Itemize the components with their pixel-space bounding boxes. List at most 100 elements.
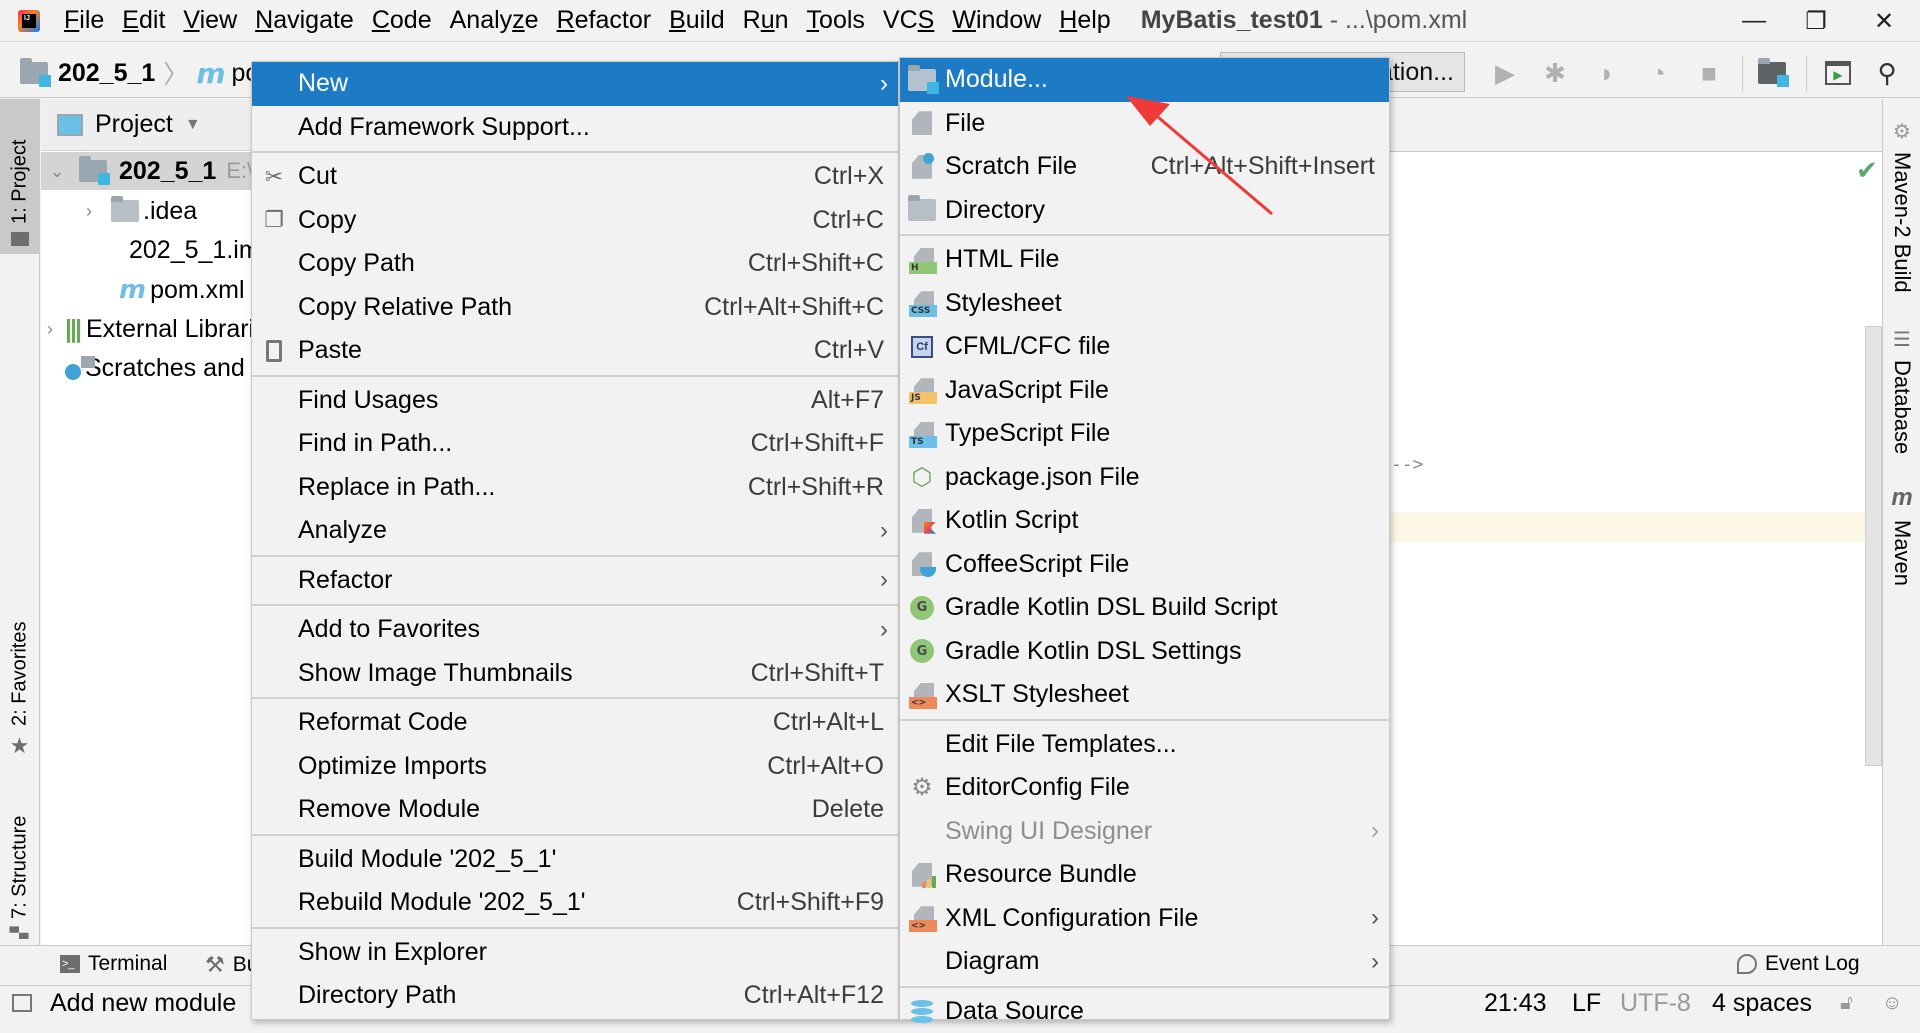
menu-file[interactable]: File — [64, 6, 104, 35]
chevron-right-icon[interactable]: › — [79, 201, 99, 222]
new-stylesheet[interactable]: CSSStylesheet — [900, 282, 1389, 326]
new-xml-configuration-file[interactable]: <>XML Configuration File› — [900, 897, 1389, 941]
menu-tools[interactable]: Tools — [807, 6, 865, 35]
menu-item-paste[interactable]: PasteCtrl+V — [252, 329, 898, 373]
breadcrumb-project[interactable]: 202_5_1 — [58, 59, 155, 88]
indent-setting[interactable]: 4 spaces — [1712, 989, 1812, 1018]
css-file-icon: CSS — [908, 289, 936, 317]
menu-item-find-in-path[interactable]: Find in Path...Ctrl+Shift+F — [252, 422, 898, 466]
project-structure-icon[interactable] — [1757, 58, 1787, 88]
editor-scrollbar[interactable] — [1865, 326, 1882, 766]
menu-item-new[interactable]: New› — [252, 62, 898, 106]
tree-item-module[interactable]: ⌄ 202_5_1 E:\ — [41, 152, 256, 190]
new-resource-bundle[interactable]: Resource Bundle — [900, 853, 1389, 897]
inspector-icon[interactable]: ☺ — [1882, 992, 1902, 1015]
menu-refactor[interactable]: Refactor — [557, 6, 652, 35]
new-typescript-file[interactable]: TSTypeScript File — [900, 412, 1389, 456]
menu-view[interactable]: View — [183, 6, 237, 35]
new-module[interactable]: Module... — [900, 58, 1389, 102]
menu-window[interactable]: Window — [952, 6, 1041, 35]
new-editorconfig-file[interactable]: ⚙EditorConfig File — [900, 766, 1389, 810]
tree-item-idea[interactable]: › .idea — [41, 192, 256, 230]
debug-icon[interactable]: ✱ — [1540, 58, 1570, 88]
file-encoding[interactable]: UTF-8 — [1620, 989, 1691, 1018]
menu-item-optimize-imports[interactable]: Optimize ImportsCtrl+Alt+O — [252, 745, 898, 789]
menu-item-directory-path[interactable]: Directory Path Ctrl+Alt+F12 — [252, 974, 898, 1018]
search-everywhere-icon[interactable]: ⚲ — [1872, 58, 1902, 88]
tab-maven[interactable]: m Maven — [1883, 484, 1920, 594]
menu-navigate[interactable]: Navigate — [255, 6, 354, 35]
new-cfml-cfc-file[interactable]: CfCFML/CFC file — [900, 325, 1389, 369]
menu-item-add-framework-support[interactable]: Add Framework Support... — [252, 106, 898, 150]
menu-item-copy-relative-path[interactable]: Copy Relative PathCtrl+Alt+Shift+C — [252, 286, 898, 330]
tab-structure[interactable]: ▞ 7: Structure — [0, 779, 40, 939]
menu-item-copy[interactable]: ❐CopyCtrl+C — [252, 199, 898, 243]
new-html-file[interactable]: HHTML File — [900, 238, 1389, 282]
profile-icon[interactable]: ◔ — [1643, 58, 1673, 88]
menu-item-label: Resource Bundle — [945, 860, 1137, 889]
main-menu: File Edit View Navigate Code Analyze Refactor B… — [64, 6, 1129, 35]
tab-maven2-build[interactable]: ⚙ Maven-2 Build — [1883, 119, 1920, 294]
tab-database[interactable]: ☰ Database — [1883, 327, 1920, 457]
new-diagram[interactable]: Diagram› — [900, 940, 1389, 984]
new-scratch-file[interactable]: Scratch FileCtrl+Alt+Shift+Insert — [900, 145, 1389, 189]
line-separator[interactable]: LF — [1572, 989, 1601, 1018]
new-file[interactable]: File — [900, 102, 1389, 146]
menu-item-refactor[interactable]: Refactor› — [252, 559, 898, 603]
menu-item-label: Directory Path — [298, 981, 456, 1010]
close-button[interactable]: ✕ — [1856, 0, 1912, 42]
lock-icon[interactable]: 🔓︎ — [1840, 992, 1853, 1015]
new-gradle-kotlin-dsl-settings[interactable]: GGradle Kotlin DSL Settings — [900, 630, 1389, 674]
new-coffeescript-file[interactable]: CoffeeScript File — [900, 543, 1389, 587]
tool-windows-toggle-icon[interactable] — [12, 994, 32, 1012]
menu-item-copy-path[interactable]: Copy PathCtrl+Shift+C — [252, 242, 898, 286]
menu-item-add-to-favorites[interactable]: Add to Favorites› — [252, 608, 898, 652]
menu-build[interactable]: Build — [669, 6, 725, 35]
menu-edit[interactable]: Edit — [122, 6, 165, 35]
coverage-icon[interactable]: ◗ — [1592, 58, 1622, 88]
tab-terminal[interactable]: >_ Terminal — [60, 952, 167, 976]
new-javascript-file[interactable]: JSJavaScript File — [900, 369, 1389, 413]
project-view-selector[interactable]: Project ▼ — [41, 99, 255, 151]
run-icon[interactable]: ▶ — [1490, 58, 1520, 88]
menu-item-show-in-explorer[interactable]: Show in Explorer — [252, 931, 898, 975]
new-gradle-kotlin-dsl-build-script[interactable]: GGradle Kotlin DSL Build Script — [900, 586, 1389, 630]
menu-item-cut[interactable]: ✂CutCtrl+X — [252, 155, 898, 199]
tab-project[interactable]: 1: Project — [0, 99, 40, 254]
new-data-source[interactable]: Data Source — [900, 990, 1389, 1033]
menu-code[interactable]: Code — [372, 6, 432, 35]
caret-position[interactable]: 21:43 — [1484, 989, 1547, 1018]
restore-button[interactable]: ❐ — [1788, 0, 1844, 42]
menu-analyze[interactable]: Analyze — [450, 6, 539, 35]
chevron-down-icon[interactable]: ⌄ — [47, 161, 67, 182]
tree-item-pom[interactable]: m pom.xml — [41, 271, 256, 309]
tree-item-external-libraries[interactable]: › ||| External Libraries — [41, 310, 256, 348]
menu-item-build-module-202-5-1[interactable]: Build Module '202_5_1' — [252, 838, 898, 882]
stop-icon[interactable]: ■ — [1694, 58, 1724, 88]
tree-item-iml[interactable]: 202_5_1.iml — [41, 231, 256, 269]
tree-item-scratches[interactable]: Scratches and Consoles — [41, 349, 256, 387]
new-edit-file-templates[interactable]: Edit File Templates... — [900, 723, 1389, 767]
menu-item-replace-in-path[interactable]: Replace in Path...Ctrl+Shift+R — [252, 466, 898, 510]
new-kotlin-script[interactable]: Kotlin Script — [900, 499, 1389, 543]
tab-terminal-label: Terminal — [88, 952, 167, 976]
menu-item-analyze[interactable]: Analyze› — [252, 509, 898, 553]
menu-run[interactable]: Run — [743, 6, 789, 35]
tab-event-log[interactable]: Event Log — [1737, 952, 1860, 976]
new-package-json-file[interactable]: ⬡package.json File — [900, 456, 1389, 500]
menu-item-rebuild-module-202-5-1[interactable]: Rebuild Module '202_5_1'Ctrl+Shift+F9 — [252, 881, 898, 925]
chevron-right-icon[interactable]: › — [47, 319, 53, 340]
menu-item-label: Data Source — [945, 997, 1084, 1026]
menu-help[interactable]: Help — [1059, 6, 1110, 35]
menu-vcs[interactable]: VCS — [883, 6, 934, 35]
menu-item-reformat-code[interactable]: Reformat CodeCtrl+Alt+L — [252, 701, 898, 745]
menu-item-shortcut: Ctrl+Alt+F12 — [744, 981, 884, 1010]
menu-item-find-usages[interactable]: Find UsagesAlt+F7 — [252, 379, 898, 423]
menu-item-show-image-thumbnails[interactable]: Show Image ThumbnailsCtrl+Shift+T — [252, 652, 898, 696]
new-directory[interactable]: Directory — [900, 189, 1389, 233]
new-xslt-stylesheet[interactable]: <>XSLT Stylesheet — [900, 673, 1389, 717]
run-anything-icon[interactable]: ▶ — [1823, 58, 1853, 88]
menu-item-remove-module[interactable]: Remove ModuleDelete — [252, 788, 898, 832]
tab-favorites[interactable]: ★ 2: Favorites — [0, 599, 40, 759]
minimize-button[interactable]: — — [1726, 0, 1782, 42]
